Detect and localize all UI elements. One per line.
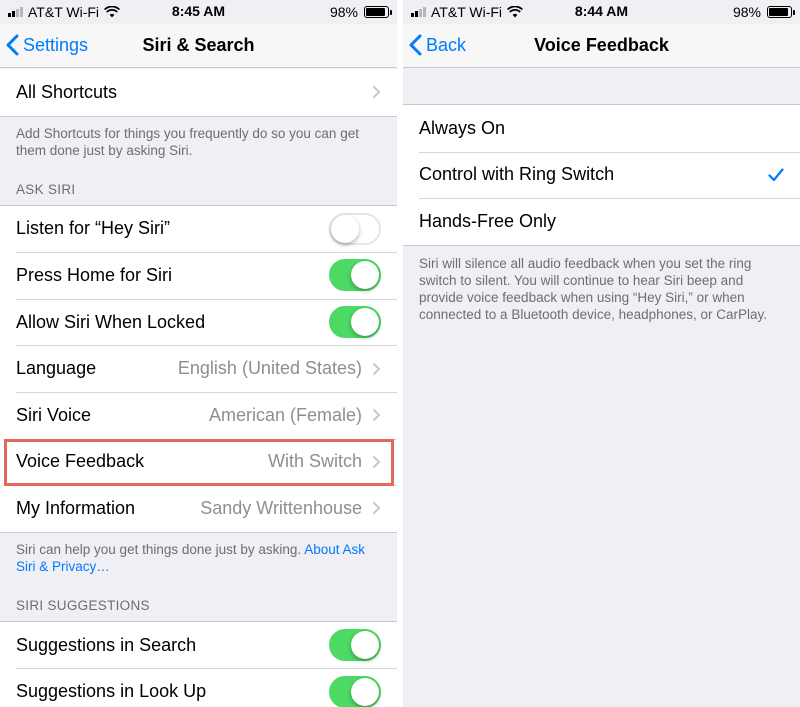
- all-shortcuts-row[interactable]: All Shortcuts: [0, 69, 397, 116]
- ask-siri-group: Listen for “Hey Siri” Press Home for Sir…: [0, 204, 397, 533]
- voice-feedback-screen: AT&T Wi-Fi 8:44 AM 98% Back Voice Feedba…: [403, 0, 800, 707]
- option-hands-free[interactable]: Hands-Free Only: [403, 198, 800, 245]
- battery-percent: 98%: [732, 4, 761, 20]
- voice-feedback-options: Always On Control with Ring Switch Hands…: [403, 104, 800, 246]
- row-label: My Information: [16, 497, 136, 518]
- suggestions-lookup-toggle[interactable]: [329, 675, 381, 707]
- chevron-right-icon: [372, 86, 381, 99]
- row-value: Sandy Writtenhouse: [200, 497, 362, 518]
- status-bar: AT&T Wi-Fi 8:45 AM 98%: [0, 0, 397, 24]
- suggestions-search-toggle[interactable]: [329, 629, 381, 662]
- chevron-right-icon: [372, 409, 381, 422]
- row-value: With Switch: [267, 451, 362, 472]
- checkmark-icon: [768, 168, 784, 181]
- suggestions-search-row: Suggestions in Search: [0, 622, 397, 669]
- row-label: Language: [16, 358, 97, 379]
- chevron-right-icon: [372, 502, 381, 515]
- row-label: Suggestions in Look Up: [16, 681, 207, 702]
- privacy-note-text: Siri can help you get things done just b…: [16, 541, 305, 557]
- voice-feedback-row[interactable]: Voice Feedback With Switch: [0, 438, 397, 486]
- chevron-right-icon: [372, 455, 381, 469]
- battery-info: 98%: [329, 4, 392, 20]
- option-label: Hands-Free Only: [419, 210, 557, 231]
- row-label: Allow Siri When Locked: [16, 311, 206, 332]
- chevron-right-icon: [372, 362, 381, 375]
- page-title: Voice Feedback: [534, 35, 669, 55]
- battery-percent: 98%: [329, 4, 358, 20]
- language-row[interactable]: Language English (United States): [0, 345, 397, 392]
- option-label: Control with Ring Switch: [419, 164, 615, 185]
- row-label: Press Home for Siri: [16, 264, 173, 285]
- row-value: English (United States): [177, 358, 362, 379]
- option-always-on[interactable]: Always On: [403, 105, 800, 152]
- settings-content: All Shortcuts Add Shortcuts for things y…: [0, 69, 397, 707]
- siri-voice-row[interactable]: Siri Voice American (Female): [0, 391, 397, 439]
- nav-bar: Settings Siri & Search: [0, 24, 397, 68]
- my-information-row[interactable]: My Information Sandy Writtenhouse: [0, 485, 397, 532]
- row-label: Siri Voice: [16, 404, 92, 425]
- suggestions-group: Suggestions in Search Suggestions in Loo…: [0, 620, 397, 707]
- privacy-note: Siri can help you get things done just b…: [0, 533, 397, 581]
- shortcuts-group: All Shortcuts: [0, 69, 397, 117]
- row-label: Listen for “Hey Siri”: [16, 218, 171, 239]
- battery-icon: [364, 6, 392, 18]
- voice-feedback-note: Siri will silence all audio feedback whe…: [419, 255, 767, 322]
- hey-siri-row: Listen for “Hey Siri”: [0, 206, 397, 253]
- option-ring-switch[interactable]: Control with Ring Switch: [403, 151, 800, 199]
- option-label: Always On: [419, 117, 506, 138]
- shortcuts-note: Add Shortcuts for things you frequently …: [16, 125, 359, 158]
- nav-bar: Back Voice Feedback: [403, 24, 800, 68]
- press-home-toggle[interactable]: [329, 259, 381, 292]
- siri-search-screen: AT&T Wi-Fi 8:45 AM 98% Settings Siri & S…: [0, 0, 397, 707]
- voice-feedback-content: Always On Control with Ring Switch Hands…: [403, 104, 800, 329]
- row-label: All Shortcuts: [16, 81, 118, 102]
- row-label: Suggestions in Search: [16, 634, 197, 655]
- suggestions-lookup-row: Suggestions in Look Up: [0, 668, 397, 707]
- siri-suggestions-header: SIRI SUGGESTIONS: [16, 597, 150, 613]
- ask-siri-header: ASK SIRI: [16, 181, 76, 197]
- row-label: Voice Feedback: [16, 451, 145, 472]
- hey-siri-toggle[interactable]: [329, 212, 381, 245]
- battery-info: 98%: [732, 4, 795, 20]
- press-home-row: Press Home for Siri: [0, 252, 397, 299]
- status-bar: AT&T Wi-Fi 8:44 AM 98%: [403, 0, 800, 24]
- battery-icon: [767, 6, 795, 18]
- page-title: Siri & Search: [142, 35, 255, 55]
- allow-locked-toggle[interactable]: [329, 306, 381, 339]
- row-value: American (Female): [208, 404, 362, 425]
- allow-locked-row: Allow Siri When Locked: [0, 298, 397, 346]
